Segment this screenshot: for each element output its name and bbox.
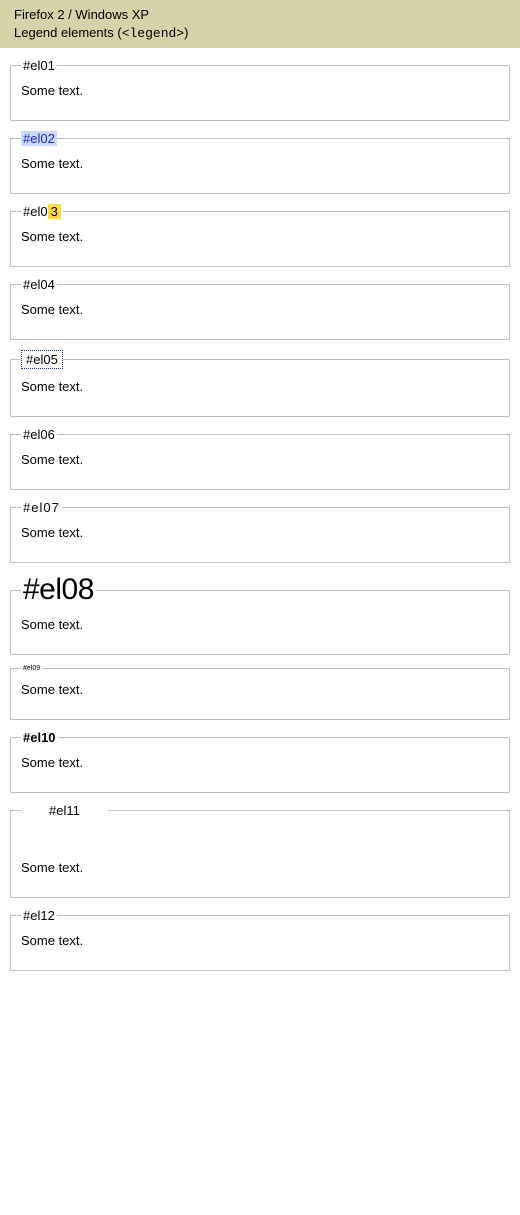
- legend-07: #el07: [21, 500, 62, 515]
- legend-09: #el09: [21, 665, 42, 672]
- header-line2-tag: <legend>: [122, 26, 184, 41]
- body-05: Some text.: [21, 379, 499, 394]
- body-01: Some text.: [21, 83, 499, 98]
- header-line2-suffix: ): [184, 25, 188, 40]
- example-02: #el02 Some text.: [10, 131, 510, 194]
- legend-11: #el11: [21, 803, 108, 818]
- body-06: Some text.: [21, 452, 499, 467]
- example-05: #el05 Some text.: [10, 350, 510, 417]
- example-04: #el04 Some text.: [10, 277, 510, 340]
- example-11: #el11 Some text.: [10, 803, 510, 898]
- example-01: #el01 Some text.: [10, 58, 510, 121]
- legend-02: #el02: [21, 131, 57, 146]
- body-02: Some text.: [21, 156, 499, 171]
- examples-container: #el01 Some text. #el02 Some text. #el03 …: [0, 58, 520, 991]
- body-03: Some text.: [21, 229, 499, 244]
- example-12: #el12 Some text.: [10, 908, 510, 971]
- example-10: #el10 Some text.: [10, 730, 510, 793]
- legend-01: #el01: [21, 58, 57, 73]
- header-line2-prefix: Legend elements (: [14, 25, 122, 40]
- body-04: Some text.: [21, 302, 499, 317]
- example-06: #el06 Some text.: [10, 427, 510, 490]
- legend-10: #el10: [21, 730, 58, 745]
- legend-04: #el04: [21, 277, 57, 292]
- header-line2: Legend elements (<legend>): [14, 24, 510, 43]
- body-10: Some text.: [21, 755, 499, 770]
- legend-03-highlight: 3: [48, 204, 61, 219]
- example-09: #el09 Some text.: [10, 665, 510, 720]
- body-09: Some text.: [21, 682, 499, 697]
- example-03: #el03 Some text.: [10, 204, 510, 267]
- body-08: Some text.: [21, 617, 499, 632]
- example-07: #el07 Some text.: [10, 500, 510, 563]
- body-12: Some text.: [21, 933, 499, 948]
- legend-08: #el08: [21, 573, 96, 607]
- page-header: Firefox 2 / Windows XP Legend elements (…: [0, 0, 520, 48]
- body-07: Some text.: [21, 525, 499, 540]
- legend-03: #el03: [21, 204, 63, 219]
- legend-12: #el12: [21, 908, 57, 923]
- example-08: #el08 Some text.: [10, 573, 510, 655]
- legend-03-pre: #el0: [23, 204, 48, 219]
- legend-06: #el06: [21, 427, 57, 442]
- body-11: Some text.: [21, 860, 499, 875]
- header-line1: Firefox 2 / Windows XP: [14, 6, 510, 24]
- legend-05: #el05: [21, 350, 63, 369]
